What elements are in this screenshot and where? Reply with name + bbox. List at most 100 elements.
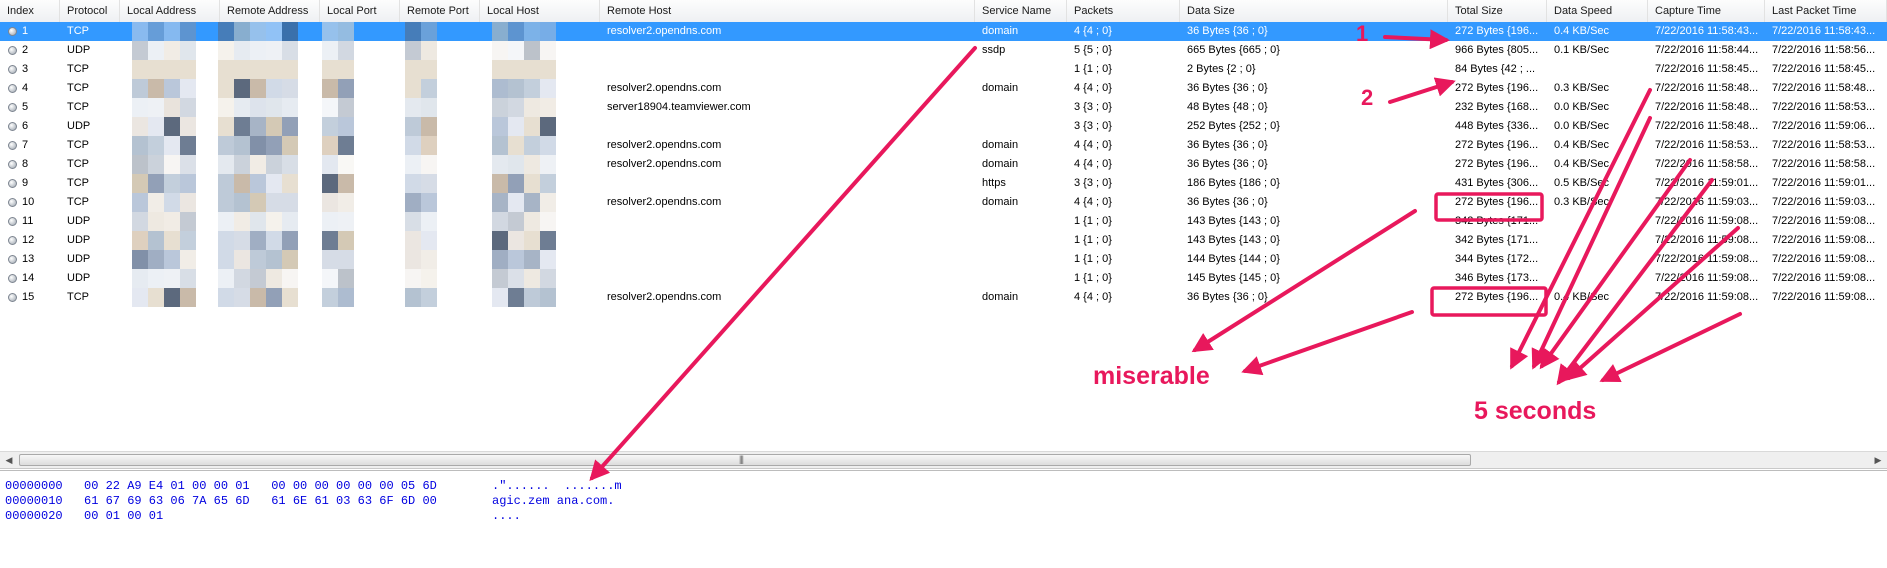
index-cell: 4 [22,82,29,94]
column-header-protocol[interactable]: Protocol [60,0,120,22]
column-header-local-host[interactable]: Local Host [480,0,600,22]
redacted-pixel [234,250,250,269]
column-header-local-port[interactable]: Local Port [320,0,400,22]
table-row[interactable]: 6 UDP 3 {3 ; 0} 252 Bytes {252 ; 0} 448 Byte… [0,117,1887,136]
total-size-cell: 966 Bytes {805... [1455,44,1539,56]
data-size-cell: 36 Bytes {36 ; 0} [1187,158,1268,170]
scroll-grip-icon: ||| [739,454,744,464]
redacted-pixel [164,136,180,155]
column-header-packets[interactable]: Packets [1067,0,1180,22]
table-row[interactable]: 7 TCP resolver2.opendns.com domain 4 {4 ; 0}… [0,136,1887,155]
table-row[interactable]: 10 TCP resolver2.opendns.com domain 4 {4 ; 0… [0,193,1887,212]
table-row[interactable]: 3 TCP 1 {1 ; 0} 2 Bytes {2 ; 0} 84 Bytes {42… [0,60,1887,79]
table-row[interactable]: 11 UDP 1 {1 ; 0} 143 Bytes {143 ; 0} 342 Byt… [0,212,1887,231]
column-header-last-packet-time[interactable]: Last Packet Time [1765,0,1887,22]
redacted-pixel [164,212,180,231]
redacted-pixel [132,98,148,117]
redacted-pixel [508,60,524,79]
redacted-pixel [421,193,437,212]
redacted-pixel [234,212,250,231]
redacted-pixel [180,174,196,193]
redacted-pixel [282,98,298,117]
table-row[interactable]: 5 TCP server18904.teamviewer.com 3 {3 ; 0} 4… [0,98,1887,117]
table-row[interactable]: 8 TCP resolver2.opendns.com domain 4 {4 ; 0}… [0,155,1887,174]
index-cell: 5 [22,101,29,113]
redacted-pixel [180,269,196,288]
redacted-pixel [508,250,524,269]
total-size-cell: 346 Bytes {173... [1455,272,1539,284]
redacted-pixel [148,193,164,212]
redacted-pixel [148,136,164,155]
capture-time-cell: 7/22/2016 11:58:48... [1655,82,1759,94]
table-row[interactable]: 12 UDP 1 {1 ; 0} 143 Bytes {143 ; 0} 342 Byt… [0,231,1887,250]
column-header-data-speed[interactable]: Data Speed [1547,0,1648,22]
column-header-index[interactable]: Index [0,0,60,22]
data-size-cell: 665 Bytes {665 ; 0} [1187,44,1280,56]
packets-cell: 1 {1 ; 0} [1074,272,1112,284]
redacted-pixel [218,212,234,231]
redacted-pixel [266,155,282,174]
remote-host-cell [600,250,975,269]
hex-offset: 00000000 [5,479,63,493]
column-header-data-size[interactable]: Data Size [1180,0,1448,22]
remote-host-cell [600,174,975,193]
index-cell: 3 [22,63,29,75]
redacted-pixel [508,136,524,155]
redacted-pixel [421,250,437,269]
table-row[interactable]: 1 TCP resolver2.opendns.com domain 4 {4 ; 0}… [0,22,1887,41]
column-header-capture-time[interactable]: Capture Time [1648,0,1765,22]
column-header-service-name[interactable]: Service Name [975,0,1067,22]
data-size-cell: 36 Bytes {36 ; 0} [1187,25,1268,37]
redacted-pixel [234,98,250,117]
column-header-remote-host[interactable]: Remote Host [600,0,975,22]
column-header-local-address[interactable]: Local Address [120,0,220,22]
table-row[interactable]: 13 UDP 1 {1 ; 0} 144 Bytes {144 ; 0} 344 Byt… [0,250,1887,269]
table-row[interactable]: 4 TCP resolver2.opendns.com domain 4 {4 ; 0}… [0,79,1887,98]
redacted-pixel [234,79,250,98]
scroll-thumb[interactable]: ||| [19,454,1471,466]
column-header-remote-port[interactable]: Remote Port [400,0,480,22]
remote-host-cell [600,60,975,79]
scroll-right-icon[interactable]: ▶ [1869,452,1887,468]
protocol-cell: TCP [67,101,89,113]
redacted-pixel [148,60,164,79]
redacted-pixel [132,269,148,288]
horizontal-scrollbar[interactable]: ◀ ||| ▶ [0,451,1887,469]
redacted-pixel [266,98,282,117]
redacted-pixel [405,98,421,117]
redacted-pixel [218,98,234,117]
column-header-total-size[interactable]: Total Size [1448,0,1547,22]
redacted-pixel [524,79,540,98]
total-size-cell: 342 Bytes {171... [1455,215,1539,227]
table-row[interactable]: 2 UDP ssdp 5 {5 ; 0} 665 Bytes {665 ; 0} 966 … [0,41,1887,60]
redacted-pixel [180,136,196,155]
redacted-pixel [234,117,250,136]
redacted-pixel [218,79,234,98]
table-row[interactable]: 9 TCP https 3 {3 ; 0} 186 Bytes {186 ; 0} 431… [0,174,1887,193]
redacted-pixel [524,269,540,288]
redacted-pixel [492,212,508,231]
hex-dump-pane[interactable]: 00000000 00 22 A9 E4 01 00 00 01 00 00 00… [0,470,1887,568]
redacted-pixel [250,155,266,174]
redacted-pixel [164,60,180,79]
packets-cell: 4 {4 ; 0} [1074,291,1112,303]
redacted-pixel [164,117,180,136]
table-row[interactable]: 15 TCP resolver2.opendns.com domain 4 {4 ; 0… [0,288,1887,307]
redacted-pixel [508,22,524,41]
redacted-pixel [405,250,421,269]
arrow-miserable-b [1241,310,1414,376]
column-header-remote-address[interactable]: Remote Address [220,0,320,22]
redacted-pixel [405,288,421,307]
table-row[interactable]: 14 UDP 1 {1 ; 0} 145 Bytes {145 ; 0} 346 Byt… [0,269,1887,288]
data-speed-cell: 0.4 KB/Sec [1554,291,1610,303]
redacted-pixel [234,22,250,41]
redacted-pixel [132,288,148,307]
redacted-pixel [322,193,338,212]
packets-cell: 4 {4 ; 0} [1074,139,1112,151]
redacted-pixel [148,79,164,98]
data-size-cell: 143 Bytes {143 ; 0} [1187,234,1280,246]
scroll-left-icon[interactable]: ◀ [0,452,18,468]
data-speed-cell [1547,269,1648,288]
capture-time-cell: 7/22/2016 11:58:43... [1655,25,1759,37]
redacted-pixel [266,174,282,193]
